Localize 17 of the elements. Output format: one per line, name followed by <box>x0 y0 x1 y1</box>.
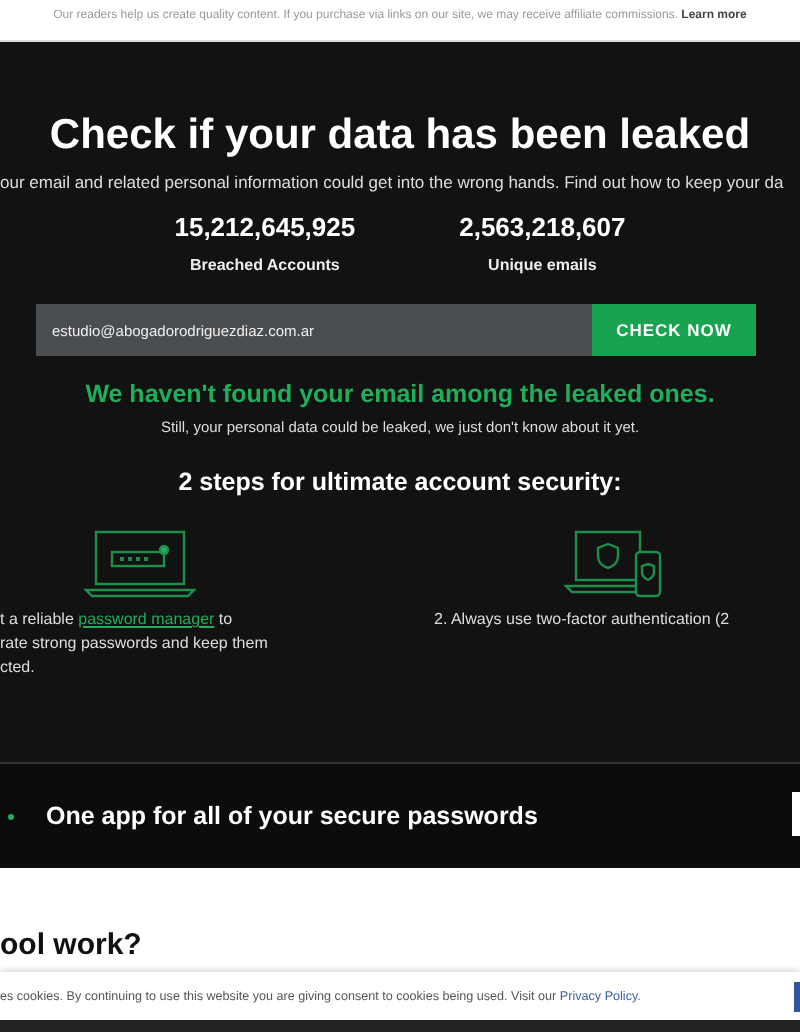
stat-value: 2,563,218,607 <box>459 212 626 242</box>
banner-text: One app for all of your secure passwords <box>46 802 538 830</box>
page-title: Check if your data has been leaked <box>47 110 753 160</box>
result-headline: We haven't found your email among the leaked ones. <box>83 380 717 408</box>
step-text: 2. Always use two-factor authentication (2 <box>434 608 730 632</box>
laptop-password-icon <box>84 528 196 600</box>
section-heading: ool work? <box>0 928 144 962</box>
subtitle: our email and related personal information could get into the wrong hands. Find out how to keep your da <box>0 172 786 192</box>
stat-label: Breached Accounts <box>190 256 340 274</box>
banner-button[interactable] <box>792 792 800 836</box>
step-text: t a reliable password manager to rate strong passwords and keep them cted. <box>0 608 268 680</box>
password-manager-link[interactable]: password manager <box>78 610 215 628</box>
stat-value: 15,212,645,925 <box>174 212 356 242</box>
dot-icon <box>8 813 14 819</box>
steps-heading: 2 steps for ultimate account security: <box>176 468 624 496</box>
cookie-button[interactable] <box>794 982 800 1012</box>
stat-label: Unique emails <box>488 256 597 274</box>
